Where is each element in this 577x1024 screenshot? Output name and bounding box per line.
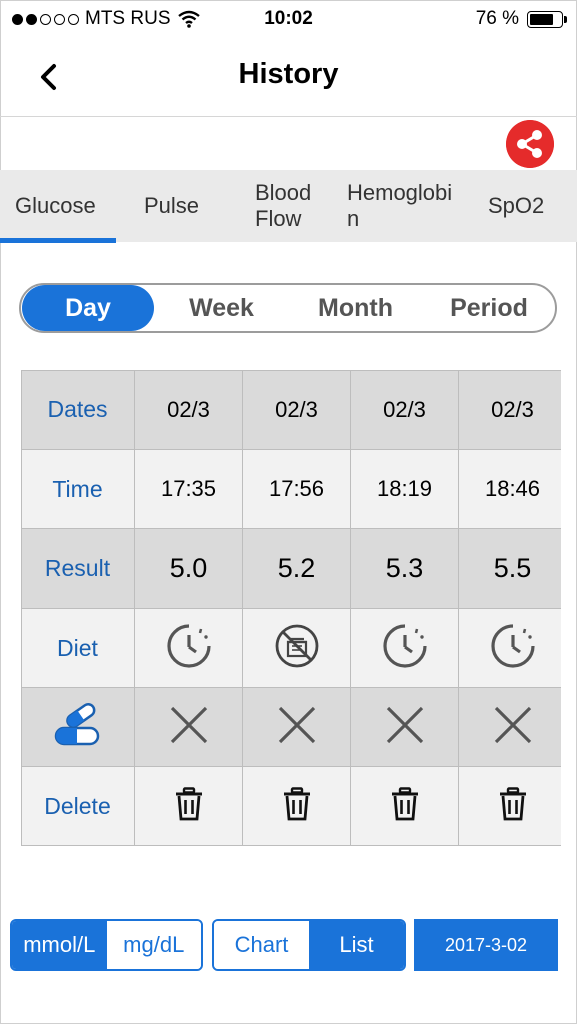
row-label-time: Time [21,450,135,529]
delete-cell [243,767,351,846]
result-cell: 5.0 [135,529,243,609]
result-cell: 5.3 [351,529,459,609]
date-cell: 02/3 [459,370,561,450]
date-cell: 02/3 [135,370,243,450]
chart-view-button[interactable]: Chart [214,921,309,969]
time-cell: 17:35 [135,450,243,529]
unit-mgdl-button[interactable]: mg/dL [106,921,201,969]
row-label-medication [21,688,135,767]
measurement-tabs: Glucose Pulse Blood Flow Hemoglobin SpO2 [0,170,577,242]
result-cell: 5.5 [459,529,561,609]
medication-cell [243,688,351,767]
delete-cell [459,767,561,846]
status-right: 76 % [475,8,567,30]
diet-cell [351,609,459,688]
clock-icon [381,622,429,675]
tab-glucose[interactable]: Glucose [15,170,133,242]
x-icon [168,704,210,751]
unit-toggle: mmol/L mg/dL [10,919,203,971]
row-label-result: Result [21,529,135,609]
navigation-bar: History [0,40,577,117]
delete-trash-icon[interactable] [175,786,203,826]
x-icon [384,704,426,751]
period-selector: Day Week Month Period [19,283,557,333]
delete-trash-icon[interactable] [283,786,311,826]
medication-cell [459,688,561,767]
time-cell: 18:19 [351,450,459,529]
result-cell: 5.2 [243,529,351,609]
date-cell: 02/3 [351,370,459,450]
period-month[interactable]: Month [289,285,422,331]
clock-icon [165,622,213,675]
pill-icon [54,703,99,746]
diet-cell [243,609,351,688]
period-week[interactable]: Week [155,285,288,331]
list-view-button[interactable]: List [309,921,404,969]
page-title: History [238,58,339,90]
delete-cell [351,767,459,846]
share-icon[interactable] [506,120,554,168]
battery-percent: 76 % [475,8,519,29]
x-icon [276,704,318,751]
status-bar: MTS RUS 10:02 76 % [0,0,577,40]
diet-cell [135,609,243,688]
medication-cell [135,688,243,767]
tab-indicator [0,238,116,243]
tab-hemoglobin[interactable]: Hemoglobin [347,170,463,242]
row-label-delete: Delete [21,767,135,846]
history-table: Dates Time Result Diet Delete 02/3 17:35 5… [21,370,561,846]
period-period[interactable]: Period [423,285,555,331]
view-toggle: Chart List [212,919,406,971]
delete-cell [135,767,243,846]
diet-cell [459,609,561,688]
delete-trash-icon[interactable] [391,786,419,826]
x-icon [492,704,534,751]
date-cell: 02/3 [243,370,351,450]
clock-icon [489,622,537,675]
date-picker-button[interactable]: 2017-3-02 [414,919,558,971]
medication-cell [351,688,459,767]
no-food-icon [273,622,321,675]
unit-mmol-button[interactable]: mmol/L [12,921,107,969]
tab-blood-flow[interactable]: Blood Flow [255,170,325,242]
delete-trash-icon[interactable] [499,786,527,826]
row-label-diet: Diet [21,609,135,688]
tab-spo2[interactable]: SpO2 [488,170,568,242]
time-cell: 18:46 [459,450,561,529]
row-label-dates: Dates [21,370,135,450]
period-day[interactable]: Day [22,285,154,331]
tab-pulse[interactable]: Pulse [144,170,262,242]
time-cell: 17:56 [243,450,351,529]
battery-icon [527,10,567,28]
